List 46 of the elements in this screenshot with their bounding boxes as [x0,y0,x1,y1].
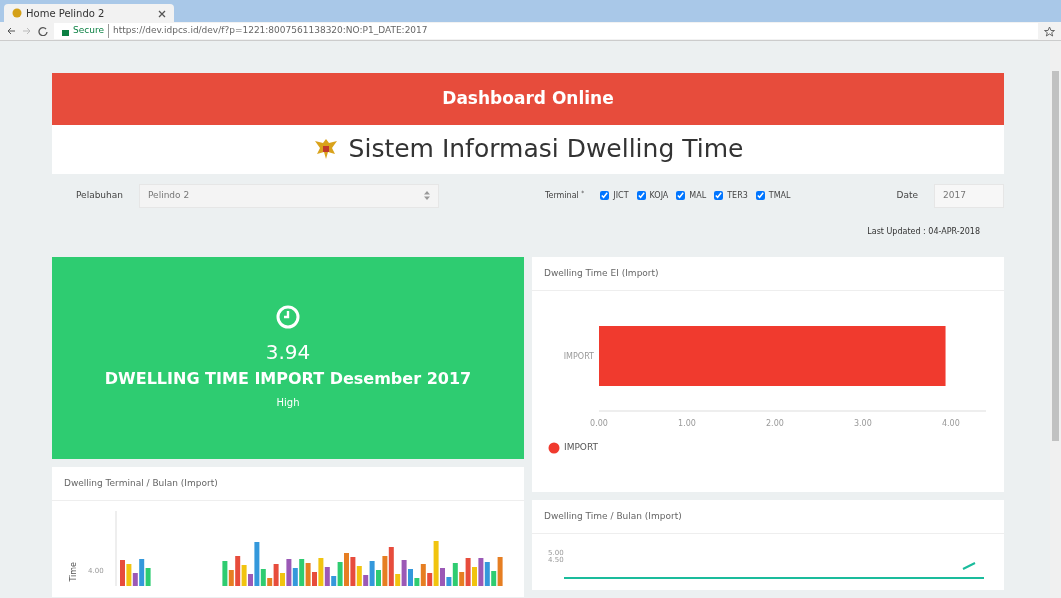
dashboard-banner: Dashboard Online [52,73,1004,125]
chart-title: Dwelling Time / Bulan (Import) [544,510,682,521]
summary-caption: DWELLING TIME IMPORT Desember 2017 [104,368,472,390]
axis-tick: 1.00 [678,419,696,428]
star-icon[interactable] [1044,25,1055,37]
page-title: Sistem Informasi Dwelling Time [348,133,744,166]
date-field[interactable]: 2017 [934,183,1004,208]
chart-title: Dwelling Terminal / Bulan (Import) [64,477,218,488]
secure-label: Secure [73,24,109,38]
terminal-checkbox[interactable] [714,191,724,200]
terminal-label: JICT [613,189,629,202]
terminal-label: TER3 [727,189,748,202]
port-label: Pelabuhan [76,188,123,202]
sort-arrows-icon [424,191,430,200]
legend-dot [548,441,560,454]
port-select[interactable]: Pelindo 2 [139,183,439,208]
terminal-label: TMAL [768,189,791,202]
legend-label: IMPORT [564,441,599,454]
browser-tab[interactable]: Home Pelindo 2 [4,4,174,22]
terminal-label: MAL [689,189,707,202]
terminal-label: KOJA [649,189,669,202]
axis-tick: 2.00 [766,419,784,428]
terminal-checkbox[interactable] [755,191,765,200]
category-label: IMPORT [563,352,594,361]
axis-tick: 3.00 [853,419,872,428]
url-text: https://dev.idpcs.id/dev/f?p=1221:8007561138320:NO:P1_DATE:2017 [112,24,428,38]
terminal-checkbox[interactable] [600,191,610,200]
date-label: Date [896,188,918,202]
terminal-checkbox[interactable] [676,191,686,200]
axis-tick: 0.00 [590,419,608,428]
scrollbar[interactable] [1050,41,1061,598]
terminal-checkbox[interactable] [636,191,646,200]
last-updated-text: Last Updated : 04-APR-2018 [867,226,980,236]
summary-value: 3.94 [265,339,311,366]
line-segment [961,562,976,570]
address-bar[interactable]: Secure https://dev.idpcs.id/dev/f?p=1221:8007561138320:NO:P1_DATE:2017 [54,23,1038,39]
terminal-label: Terminal [545,190,579,200]
chart-title: Dwelling Time EI (Import) [544,267,659,278]
reload-icon[interactable] [38,26,48,36]
back-icon[interactable] [6,26,16,36]
axis-tick: 4.00 [941,419,960,428]
clock-icon [276,305,300,329]
axis-label: Time [68,562,79,582]
summary-level: High [276,396,300,410]
tab-title: Home Pelindo 2 [26,6,105,21]
emblem-icon [12,8,22,18]
